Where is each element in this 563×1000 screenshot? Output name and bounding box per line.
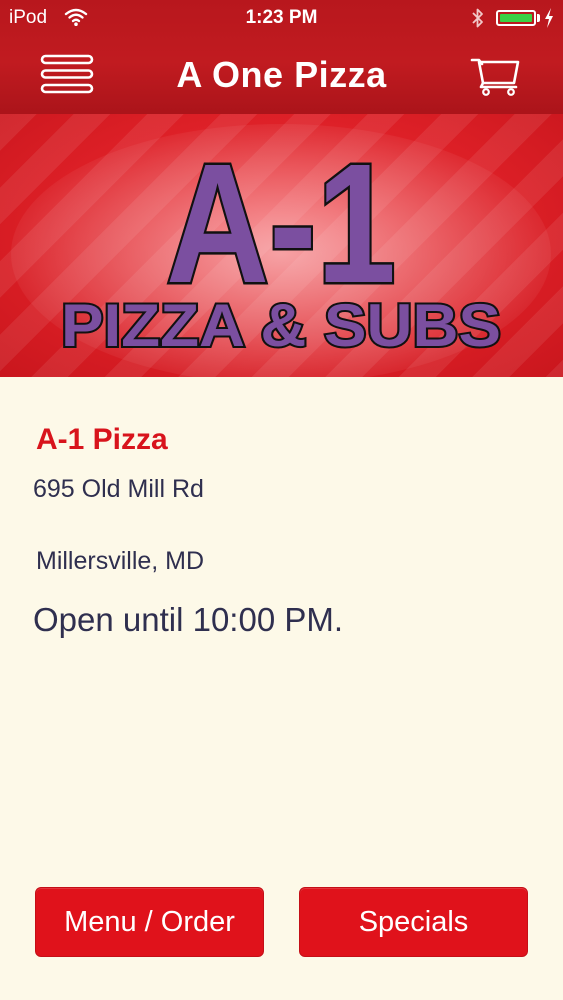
logo-bottom-text: PIZZA & SUBS — [61, 292, 501, 359]
top-header: iPod 1:23 PM A One Pizza — [0, 0, 563, 115]
a1-pizza-logo: A-1 PIZZA & SUBS — [11, 124, 551, 377]
store-name: A-1 Pizza — [36, 423, 168, 456]
status-bar: iPod 1:23 PM — [0, 0, 563, 36]
logo-top-text: A-1 — [166, 129, 396, 319]
store-address: 695 Old Mill Rd — [33, 475, 204, 503]
charging-bolt-icon — [545, 8, 553, 28]
store-city: Millersville, MD — [36, 547, 205, 575]
battery-level — [500, 14, 532, 22]
store-info-section: A-1 Pizza 695 Old Mill Rd Millersville, … — [0, 377, 563, 1000]
battery-nub — [537, 14, 540, 22]
shopping-cart-icon[interactable] — [470, 56, 522, 96]
bluetooth-icon — [472, 8, 483, 28]
store-hours: Open until 10:00 PM. — [33, 601, 344, 638]
specials-button[interactable]: Specials — [299, 887, 528, 957]
menu-order-button[interactable]: Menu / Order — [35, 887, 264, 957]
battery-icon — [496, 10, 536, 26]
navigation-bar: A One Pizza — [0, 36, 563, 114]
logo-banner: A-1 PIZZA & SUBS — [0, 114, 563, 377]
